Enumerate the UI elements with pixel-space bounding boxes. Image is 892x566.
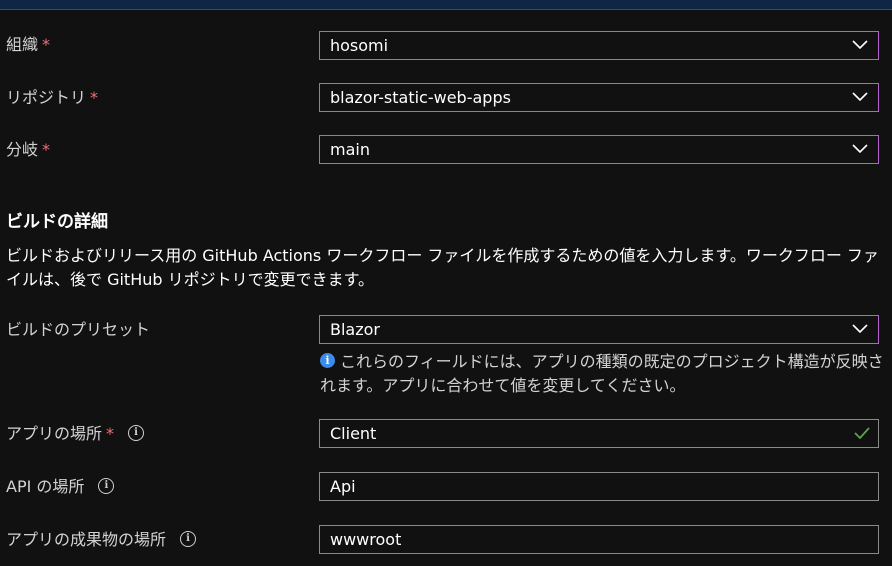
info-icon[interactable]: i [180, 530, 197, 547]
org-label-text: 組織 [6, 35, 39, 54]
preset-info-note: i これらのフィールドには、アプリの種類の既定のプロジェクト構造が反映されます。ア… [320, 350, 886, 398]
required-marker: * [106, 424, 115, 443]
app-location-input[interactable]: Client [319, 419, 879, 448]
app-location-label: アプリの場所 * i [6, 423, 145, 445]
output-location-input[interactable]: wwwroot [319, 525, 879, 554]
preset-label: ビルドのプリセット [6, 319, 150, 341]
branch-dropdown[interactable]: main [319, 135, 879, 164]
chevron-down-icon [852, 144, 868, 154]
branch-dropdown-value: main [330, 140, 370, 159]
required-marker: * [90, 88, 99, 107]
chevron-down-icon [852, 324, 868, 334]
output-location-label: アプリの成果物の場所 i [6, 529, 197, 551]
build-details-description: ビルドおよびリリース用の GitHub Actions ワークフロー ファイルを… [6, 246, 879, 289]
preset-label-text: ビルドのプリセット [6, 320, 151, 339]
required-marker: * [42, 35, 51, 54]
app-location-label-text: アプリの場所 [6, 424, 103, 443]
checkmark-icon [854, 427, 870, 440]
info-icon[interactable]: i [128, 424, 145, 441]
api-location-label: API の場所 i [6, 476, 115, 498]
org-dropdown[interactable]: hosomi [319, 31, 879, 60]
api-location-label-text: API の場所 [6, 477, 85, 496]
info-icon[interactable]: i [98, 477, 115, 494]
branch-label: 分岐 * [6, 139, 50, 161]
repo-dropdown-value: blazor-static-web-apps [330, 88, 511, 107]
chevron-down-icon [852, 92, 868, 102]
repo-dropdown[interactable]: blazor-static-web-apps [319, 83, 879, 112]
info-icon: i [320, 353, 335, 368]
output-location-value: wwwroot [330, 530, 402, 549]
chevron-down-icon [852, 40, 868, 50]
build-details-heading: ビルドの詳細 [6, 212, 108, 232]
preset-info-text: これらのフィールドには、アプリの種類の既定のプロジェクト構造が反映されます。アプ… [320, 352, 884, 395]
required-marker: * [42, 140, 51, 159]
app-location-value: Client [330, 424, 377, 443]
top-banner [0, 0, 892, 10]
preset-dropdown-value: Blazor [330, 320, 380, 339]
org-label: 組織 * [6, 34, 50, 56]
preset-dropdown[interactable]: Blazor [319, 315, 879, 344]
org-dropdown-value: hosomi [330, 36, 389, 55]
branch-label-text: 分岐 [6, 140, 39, 159]
output-location-label-text: アプリの成果物の場所 [6, 530, 167, 549]
repo-label-text: リポジトリ [6, 88, 87, 107]
api-location-input[interactable]: Api [319, 472, 879, 501]
api-location-value: Api [330, 477, 356, 496]
repo-label: リポジトリ * [6, 87, 98, 109]
